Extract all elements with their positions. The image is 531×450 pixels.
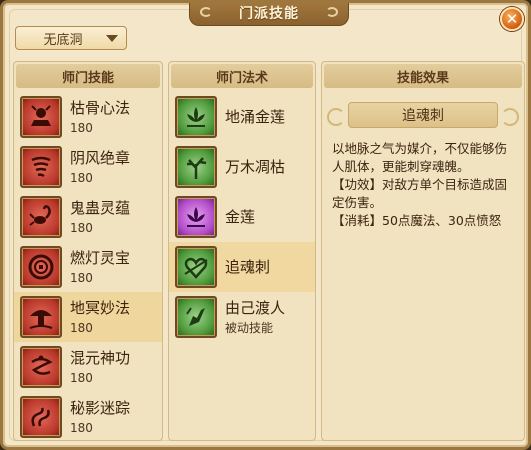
skill-level: 180 [70,120,93,135]
detail-description: 以地脉之气为媒介，不仅能够伤人肌体，更能刺穿魂魄。 【功效】对敌方单个目标造成固… [322,128,524,230]
skill-level: 180 [70,170,93,185]
skill-name: 鬼蛊灵蕴 [70,198,131,217]
title-banner: 门派技能 [189,3,349,26]
spell-name: 地涌金莲 [225,108,286,126]
detail-effect: 【功效】对敌方单个目标造成固定伤害。 [332,177,508,210]
skill-item-selected[interactable]: 地冥妙法 180 [14,292,162,342]
sect-spells-header: 师门法术 [171,64,313,88]
skill-level: 180 [70,270,93,285]
spell-name: 追魂刺 [225,258,271,276]
skills-window: 门派技能 ✕ 无底洞 师门技能 枯骨心法 180 阴风绝章 180 鬼蛊灵蕴 1… [0,0,531,450]
skill-name: 秘影迷踪 [70,398,131,417]
spell-type: 被动技能 [225,320,274,335]
skill-name: 混元神功 [70,348,131,367]
skill-name: 枯骨心法 [70,98,131,117]
skill-level: 180 [70,370,93,385]
sect-skills-panel: 师门技能 枯骨心法 180 阴风绝章 180 鬼蛊灵蕴 180 燃灯灵宝 180… [13,61,163,441]
skill-item[interactable]: 秘影迷踪 180 [14,392,162,442]
window-title: 门派技能 [239,5,299,22]
skill-name: 阴风绝章 [70,148,131,167]
skill-item[interactable]: 燃灯灵宝 180 [14,242,162,292]
sect-dropdown[interactable]: 无底洞 [15,26,127,50]
spell-item[interactable]: 地涌金莲 [169,92,315,142]
hand-blade-icon [175,296,217,338]
spell-name: 金莲 [225,208,256,226]
skill-item[interactable]: 枯骨心法 180 [14,92,162,142]
close-button[interactable]: ✕ [500,7,524,31]
ornament-left-icon [200,7,212,17]
detail-text: 以地脉之气为媒介，不仅能够伤人肌体，更能刺穿魂魄。 [332,141,508,174]
ornament-right-icon [326,7,338,17]
spell-name: 由己渡人 [225,298,286,317]
spell-item[interactable]: 金莲 [169,192,315,242]
skill-level: 180 [70,220,93,235]
lotus-icon [175,96,217,138]
detail-title: 追魂刺 [327,102,519,128]
close-icon: ✕ [505,9,519,28]
skill-level: 180 [70,420,93,435]
detail-cost: 【消耗】50点魔法、30点愤怒 [332,213,502,228]
sect-skills-header: 师门技能 [16,64,160,88]
skull-altar-icon [20,96,62,138]
purple-lotus-icon [175,196,217,238]
mushroom-icon [20,296,62,338]
skill-effect-header: 技能效果 [324,64,522,88]
skill-name: 地冥妙法 [70,298,131,317]
skill-item[interactable]: 阴风绝章 180 [14,142,162,192]
sect-skills-list: 枯骨心法 180 阴风绝章 180 鬼蛊灵蕴 180 燃灯灵宝 180 地冥妙法… [14,92,162,442]
heart-thorn-icon [175,246,217,288]
spell-name: 万木凋枯 [225,158,286,176]
skill-item[interactable]: 鬼蛊灵蕴 180 [14,192,162,242]
spiral-figure-icon [20,346,62,388]
spell-item[interactable]: 万木凋枯 [169,142,315,192]
dropdown-value: 无底洞 [43,32,83,48]
chevron-down-icon [106,34,118,42]
sect-spells-panel: 师门法术 地涌金莲 万木凋枯 金莲 追魂刺 由己渡人 被动技能 [168,61,316,441]
sect-spells-list: 地涌金莲 万木凋枯 金莲 追魂刺 由己渡人 被动技能 [169,92,315,342]
shadow-swirl-icon [20,396,62,438]
skill-level: 180 [70,320,93,335]
skill-effect-panel: 技能效果 追魂刺 以地脉之气为媒介，不仅能够伤人肌体，更能刺穿魂魄。 【功效】对… [321,61,525,441]
whirlwind-icon [20,146,62,188]
skill-item[interactable]: 混元神功 180 [14,342,162,392]
withered-tree-icon [175,146,217,188]
spell-item[interactable]: 由己渡人 被动技能 [169,292,315,342]
spell-item-selected[interactable]: 追魂刺 [169,242,315,292]
coin-lamp-icon [20,246,62,288]
scorpion-icon [20,196,62,238]
skill-name: 燃灯灵宝 [70,248,131,267]
